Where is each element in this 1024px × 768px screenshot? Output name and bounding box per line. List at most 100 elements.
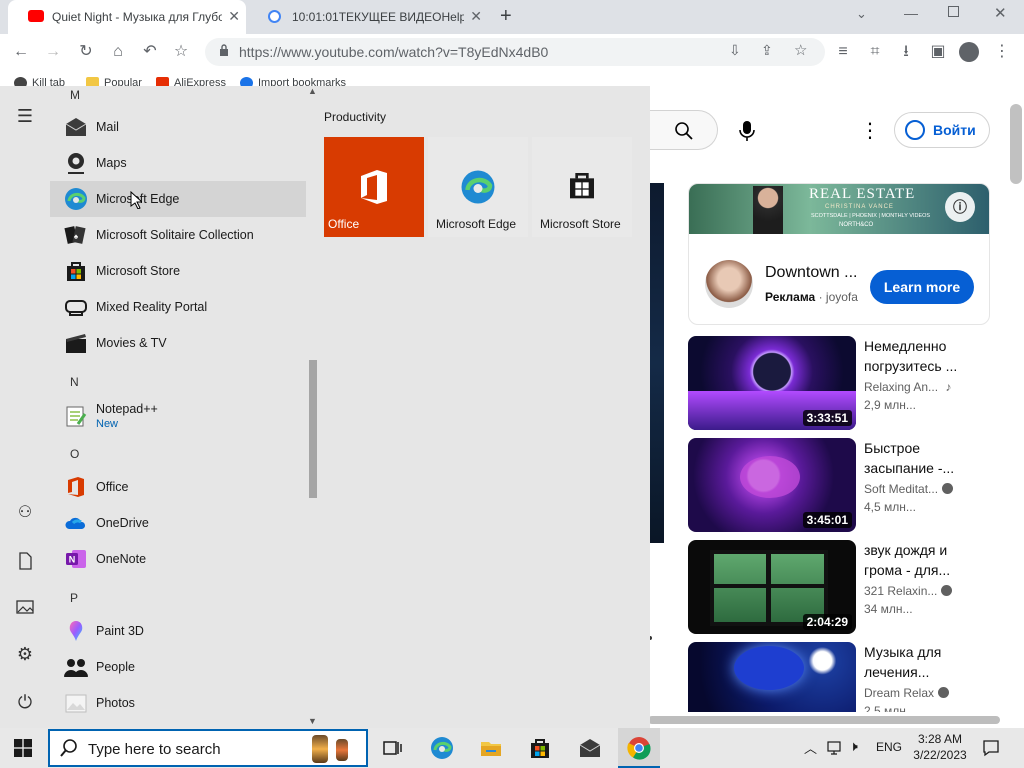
video-title[interactable]: Быстрое засыпание -... bbox=[864, 438, 988, 478]
tiles-group-title[interactable]: Productivity bbox=[324, 110, 386, 124]
notepad-icon bbox=[66, 406, 87, 427]
tab-title: Quiet Night - Музыка для Глубокого bbox=[52, 10, 222, 24]
undo-icon[interactable]: ↶ bbox=[139, 41, 161, 63]
app-photos[interactable]: Photos bbox=[50, 685, 306, 721]
app-solitaire[interactable]: ♠ Microsoft Solitaire Collection bbox=[50, 217, 306, 253]
edge-taskbar-icon[interactable] bbox=[430, 736, 454, 760]
app-maps[interactable]: Maps bbox=[50, 145, 306, 181]
documents-icon[interactable] bbox=[14, 550, 36, 572]
letter-header-n[interactable]: N bbox=[70, 375, 79, 389]
star-icon[interactable]: ☆ bbox=[794, 41, 807, 59]
close-tab-icon[interactable]: ✕ bbox=[470, 8, 482, 25]
video-thumbnail[interactable]: 3:45:01 bbox=[688, 438, 856, 532]
tile-microsoft-store[interactable]: Microsoft Store bbox=[532, 137, 632, 237]
video-item[interactable]: 3:45:01 Быстрое засыпание -... Soft Medi… bbox=[688, 438, 998, 532]
video-title[interactable]: Немедленно погрузитесь ... bbox=[864, 336, 988, 376]
app-onedrive[interactable]: OneDrive bbox=[50, 505, 306, 541]
restore-button[interactable] bbox=[948, 6, 959, 17]
video-channel[interactable]: 321 Relaxin... bbox=[864, 584, 953, 598]
letter-header-m[interactable]: M bbox=[70, 88, 80, 102]
ad-banner[interactable]: REAL ESTATE CHRISTINA VANCE SCOTTSDALE |… bbox=[689, 184, 989, 234]
share-icon[interactable]: ⇪ bbox=[761, 42, 773, 59]
signin-button[interactable]: Войти bbox=[894, 112, 990, 148]
app-microsoft-edge[interactable]: Microsoft Edge bbox=[50, 181, 306, 217]
download-icon[interactable]: ⭳ bbox=[895, 41, 917, 63]
network-icon[interactable] bbox=[826, 740, 842, 756]
clock-date: 3/22/2023 bbox=[913, 748, 967, 762]
store-taskbar-icon[interactable] bbox=[528, 736, 552, 760]
scroll-down-arrow-icon[interactable]: ▼ bbox=[308, 716, 317, 726]
horizontal-scrollbar[interactable] bbox=[648, 716, 1000, 724]
scroll-up-arrow-icon[interactable]: ▲ bbox=[308, 86, 317, 96]
app-movies-tv[interactable]: Movies & TV bbox=[50, 325, 306, 361]
video-title[interactable]: звук дождя и грома - для... bbox=[864, 540, 988, 580]
pictures-icon[interactable] bbox=[14, 596, 36, 618]
chrome-taskbar-icon[interactable] bbox=[627, 736, 651, 760]
taskbar-search-box[interactable]: Type here to search bbox=[48, 729, 368, 767]
windows-start-icon[interactable] bbox=[14, 739, 32, 757]
tile-microsoft-edge[interactable]: Microsoft Edge bbox=[428, 137, 528, 237]
video-item[interactable]: Музыка для лечения... Dream Relax 2,5 мл… bbox=[688, 642, 998, 712]
crop-icon[interactable]: ⌗ bbox=[864, 41, 886, 63]
video-thumbnail[interactable] bbox=[688, 642, 856, 712]
app-mixed-reality-portal[interactable]: Mixed Reality Portal bbox=[50, 289, 306, 325]
new-tab-button[interactable]: + bbox=[500, 5, 512, 28]
power-icon[interactable]: ⏻ bbox=[14, 692, 36, 714]
media-control-icon[interactable]: ≡ bbox=[832, 41, 854, 63]
address-bar[interactable]: https://www.youtube.com/watch?v=T8yEdNx4… bbox=[205, 38, 825, 66]
video-title[interactable]: Музыка для лечения... bbox=[864, 642, 988, 682]
ad-info-icon[interactable]: ⓘ bbox=[945, 192, 975, 222]
app-list-scrollbar[interactable]: ▲ ▼ bbox=[308, 86, 318, 730]
reload-icon[interactable]: ↻ bbox=[75, 41, 97, 63]
letter-header-p[interactable]: P bbox=[70, 591, 78, 605]
profile-avatar[interactable] bbox=[959, 42, 979, 62]
app-microsoft-store[interactable]: Microsoft Store bbox=[50, 253, 306, 289]
user-icon[interactable]: ⚇ bbox=[14, 502, 36, 524]
tab-search-icon[interactable]: ⌄ bbox=[856, 6, 867, 22]
file-explorer-icon[interactable] bbox=[479, 736, 503, 760]
mail-taskbar-icon[interactable] bbox=[578, 736, 602, 760]
video-item[interactable]: 2:04:29 звук дождя и грома - для... 321 … bbox=[688, 540, 998, 634]
back-icon[interactable]: ← bbox=[10, 41, 32, 63]
menu-dots-icon[interactable]: ⋮ bbox=[991, 41, 1013, 63]
hamburger-menu-icon[interactable]: ☰ bbox=[14, 106, 36, 128]
task-view-icon[interactable] bbox=[380, 736, 404, 760]
app-paint-3d[interactable]: Paint 3D bbox=[50, 613, 306, 649]
app-list[interactable]: M Mail Maps Microsoft Edge ♠ Microsoft S… bbox=[50, 86, 306, 730]
microphone-icon[interactable] bbox=[738, 120, 756, 142]
minimize-button[interactable]: — bbox=[904, 5, 918, 21]
learn-more-button[interactable]: Learn more bbox=[870, 270, 974, 304]
letter-header-o[interactable]: O bbox=[70, 447, 79, 461]
volume-muted-icon[interactable]: 🕨 bbox=[849, 738, 858, 755]
video-channel[interactable]: Dream Relax bbox=[864, 686, 950, 700]
app-notepad-plus-plus[interactable]: Notepad++ New bbox=[50, 396, 306, 436]
side-panel-icon[interactable]: ▣ bbox=[927, 41, 949, 63]
close-window-button[interactable]: ✕ bbox=[994, 4, 1007, 22]
settings-dots-icon[interactable]: ⋮ bbox=[860, 118, 880, 143]
close-tab-icon[interactable]: ✕ bbox=[228, 8, 240, 25]
video-thumbnail[interactable]: 2:04:29 bbox=[688, 540, 856, 634]
sponsored-ad[interactable]: REAL ESTATE CHRISTINA VANCE SCOTTSDALE |… bbox=[688, 183, 990, 325]
app-office[interactable]: Office bbox=[50, 469, 306, 505]
settings-gear-icon[interactable]: ⚙ bbox=[14, 644, 36, 666]
tile-office[interactable]: Office bbox=[324, 137, 424, 237]
app-mail[interactable]: Mail bbox=[50, 109, 306, 145]
tab-youtube[interactable]: Quiet Night - Музыка для Глубокого ✕ bbox=[8, 0, 246, 34]
system-clock[interactable]: 3:28 AM 3/22/2023 bbox=[910, 731, 970, 763]
video-thumbnail[interactable]: 3:33:51 bbox=[688, 336, 856, 430]
video-channel[interactable]: Soft Meditat... bbox=[864, 482, 954, 496]
notification-center-icon[interactable] bbox=[982, 739, 1000, 757]
tab-google[interactable]: 10:01:01ТЕКУЩЕЕ ВИДЕОHelp You ✕ bbox=[248, 0, 488, 34]
video-channel[interactable]: Relaxing An... ♪ bbox=[864, 380, 951, 394]
page-scrollbar[interactable] bbox=[1010, 104, 1022, 184]
show-hidden-icons-chevron-icon[interactable]: ︿ bbox=[804, 738, 817, 757]
video-item[interactable]: 3:33:51 Немедленно погрузитесь ... Relax… bbox=[688, 336, 998, 430]
install-app-icon[interactable]: ⇩ bbox=[729, 42, 741, 59]
home-icon[interactable]: ⌂ bbox=[107, 41, 129, 63]
bookmark-star-icon[interactable]: ☆ bbox=[170, 41, 192, 63]
forward-icon[interactable]: → bbox=[42, 41, 64, 63]
app-onenote[interactable]: N OneNote bbox=[50, 541, 306, 577]
app-list-scroll-thumb[interactable] bbox=[309, 360, 317, 498]
app-people[interactable]: People bbox=[50, 649, 306, 685]
language-indicator[interactable]: ENG bbox=[876, 740, 902, 754]
